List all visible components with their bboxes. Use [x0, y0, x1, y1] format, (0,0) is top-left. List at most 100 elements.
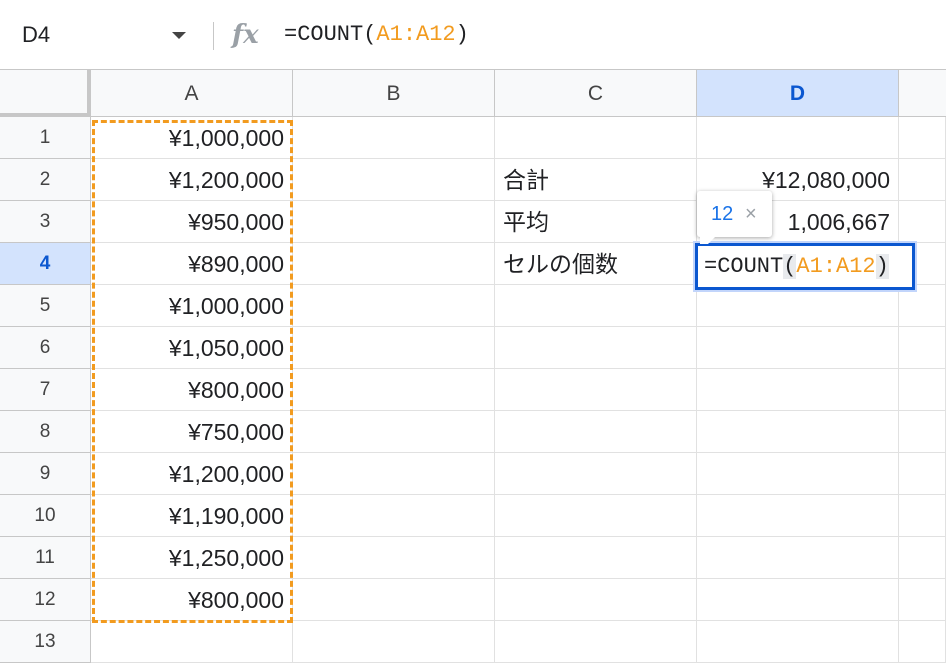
select-all-corner[interactable] — [0, 70, 91, 117]
cell-b5[interactable] — [293, 285, 495, 327]
cell-e2[interactable] — [899, 159, 946, 201]
cell-b7[interactable] — [293, 369, 495, 411]
cell-e12[interactable] — [899, 579, 946, 621]
divider — [213, 22, 214, 50]
cell-e5[interactable] — [899, 285, 946, 327]
row-header-6[interactable]: 6 — [0, 327, 91, 369]
cell-c5[interactable] — [495, 285, 697, 327]
cell-d13[interactable] — [697, 621, 899, 663]
formula-bar: D4 fx =COUNT(A1:A12) — [0, 0, 946, 70]
column-header-c[interactable]: C — [495, 70, 697, 117]
editor-open-paren: ( — [783, 254, 797, 279]
cell-a2[interactable]: ¥1,200,000 — [91, 159, 293, 201]
tooltip-tail — [700, 236, 716, 244]
name-box[interactable]: D4 — [22, 20, 192, 50]
cell-d1[interactable] — [697, 117, 899, 159]
formula-result-tooltip: 12 × — [697, 191, 772, 237]
column-header-d[interactable]: D — [697, 70, 899, 117]
cell-c10[interactable] — [495, 495, 697, 537]
cell-e7[interactable] — [899, 369, 946, 411]
editor-range-ref: A1:A12 — [796, 254, 876, 279]
row-header-1[interactable]: 1 — [0, 117, 91, 159]
row-header-11[interactable]: 11 — [0, 537, 91, 579]
cell-b1[interactable] — [293, 117, 495, 159]
spreadsheet-grid: A B C D 1 ¥1,000,000 2 ¥1,200,000 合計 ¥12,080,… — [0, 70, 946, 670]
cell-e3[interactable] — [899, 201, 946, 243]
formula-range-ref: A1:A12 — [376, 22, 456, 47]
cell-b13[interactable] — [293, 621, 495, 663]
row-header-10[interactable]: 10 — [0, 495, 91, 537]
cell-b10[interactable] — [293, 495, 495, 537]
close-icon[interactable]: × — [745, 191, 757, 237]
row-header-12[interactable]: 12 — [0, 579, 91, 621]
cell-e6[interactable] — [899, 327, 946, 369]
cell-b2[interactable] — [293, 159, 495, 201]
row-header-13[interactable]: 13 — [0, 621, 91, 663]
cell-b11[interactable] — [293, 537, 495, 579]
cell-a12[interactable]: ¥800,000 — [91, 579, 293, 621]
cell-editor-d4[interactable]: =COUNT(A1:A12) — [695, 243, 915, 290]
editor-close-paren: ) — [875, 254, 889, 279]
formula-prefix: =COUNT( — [284, 22, 377, 47]
cell-b3[interactable] — [293, 201, 495, 243]
cell-a13[interactable] — [91, 621, 293, 663]
cell-c9[interactable] — [495, 453, 697, 495]
row-header-7[interactable]: 7 — [0, 369, 91, 411]
cell-a6[interactable]: ¥1,050,000 — [91, 327, 293, 369]
fx-icon: fx — [232, 20, 259, 50]
row-header-3[interactable]: 3 — [0, 201, 91, 243]
cell-e10[interactable] — [899, 495, 946, 537]
cell-a4[interactable]: ¥890,000 — [91, 243, 293, 285]
row-header-4[interactable]: 4 — [0, 243, 91, 285]
cell-d9[interactable] — [697, 453, 899, 495]
cell-a9[interactable]: ¥1,200,000 — [91, 453, 293, 495]
cell-c13[interactable] — [495, 621, 697, 663]
cell-c6[interactable] — [495, 327, 697, 369]
column-header-e[interactable] — [899, 70, 946, 117]
result-value: 12 — [711, 203, 734, 225]
formula-input[interactable]: =COUNT(A1:A12) — [284, 20, 469, 50]
cell-c11[interactable] — [495, 537, 697, 579]
cell-d8[interactable] — [697, 411, 899, 453]
cell-a11[interactable]: ¥1,250,000 — [91, 537, 293, 579]
cell-d11[interactable] — [697, 537, 899, 579]
row-header-9[interactable]: 9 — [0, 453, 91, 495]
row-header-8[interactable]: 8 — [0, 411, 91, 453]
row-header-5[interactable]: 5 — [0, 285, 91, 327]
cell-c7[interactable] — [495, 369, 697, 411]
cell-a7[interactable]: ¥800,000 — [91, 369, 293, 411]
cell-d5[interactable] — [697, 285, 899, 327]
cell-c8[interactable] — [495, 411, 697, 453]
cell-d10[interactable] — [697, 495, 899, 537]
cell-e1[interactable] — [899, 117, 946, 159]
cell-e13[interactable] — [899, 621, 946, 663]
cell-c4[interactable]: セルの個数 — [495, 243, 697, 285]
cell-c3[interactable]: 平均 — [495, 201, 697, 243]
cell-c2[interactable]: 合計 — [495, 159, 697, 201]
name-box-value: D4 — [22, 22, 51, 47]
cell-a3[interactable]: ¥950,000 — [91, 201, 293, 243]
column-header-a[interactable]: A — [91, 70, 293, 117]
cell-b8[interactable] — [293, 411, 495, 453]
cell-b4[interactable] — [293, 243, 495, 285]
chevron-down-icon[interactable] — [172, 32, 186, 39]
cell-e8[interactable] — [899, 411, 946, 453]
cell-d6[interactable] — [697, 327, 899, 369]
editor-prefix: =COUNT — [704, 254, 784, 279]
formula-suffix: ) — [455, 22, 469, 47]
cell-a10[interactable]: ¥1,190,000 — [91, 495, 293, 537]
cell-a1[interactable]: ¥1,000,000 — [91, 117, 293, 159]
cell-d12[interactable] — [697, 579, 899, 621]
cell-e11[interactable] — [899, 537, 946, 579]
cell-b12[interactable] — [293, 579, 495, 621]
cell-d7[interactable] — [697, 369, 899, 411]
cell-c1[interactable] — [495, 117, 697, 159]
cell-b6[interactable] — [293, 327, 495, 369]
column-header-b[interactable]: B — [293, 70, 495, 117]
row-header-2[interactable]: 2 — [0, 159, 91, 201]
cell-a5[interactable]: ¥1,000,000 — [91, 285, 293, 327]
cell-a8[interactable]: ¥750,000 — [91, 411, 293, 453]
cell-e9[interactable] — [899, 453, 946, 495]
cell-c12[interactable] — [495, 579, 697, 621]
cell-b9[interactable] — [293, 453, 495, 495]
